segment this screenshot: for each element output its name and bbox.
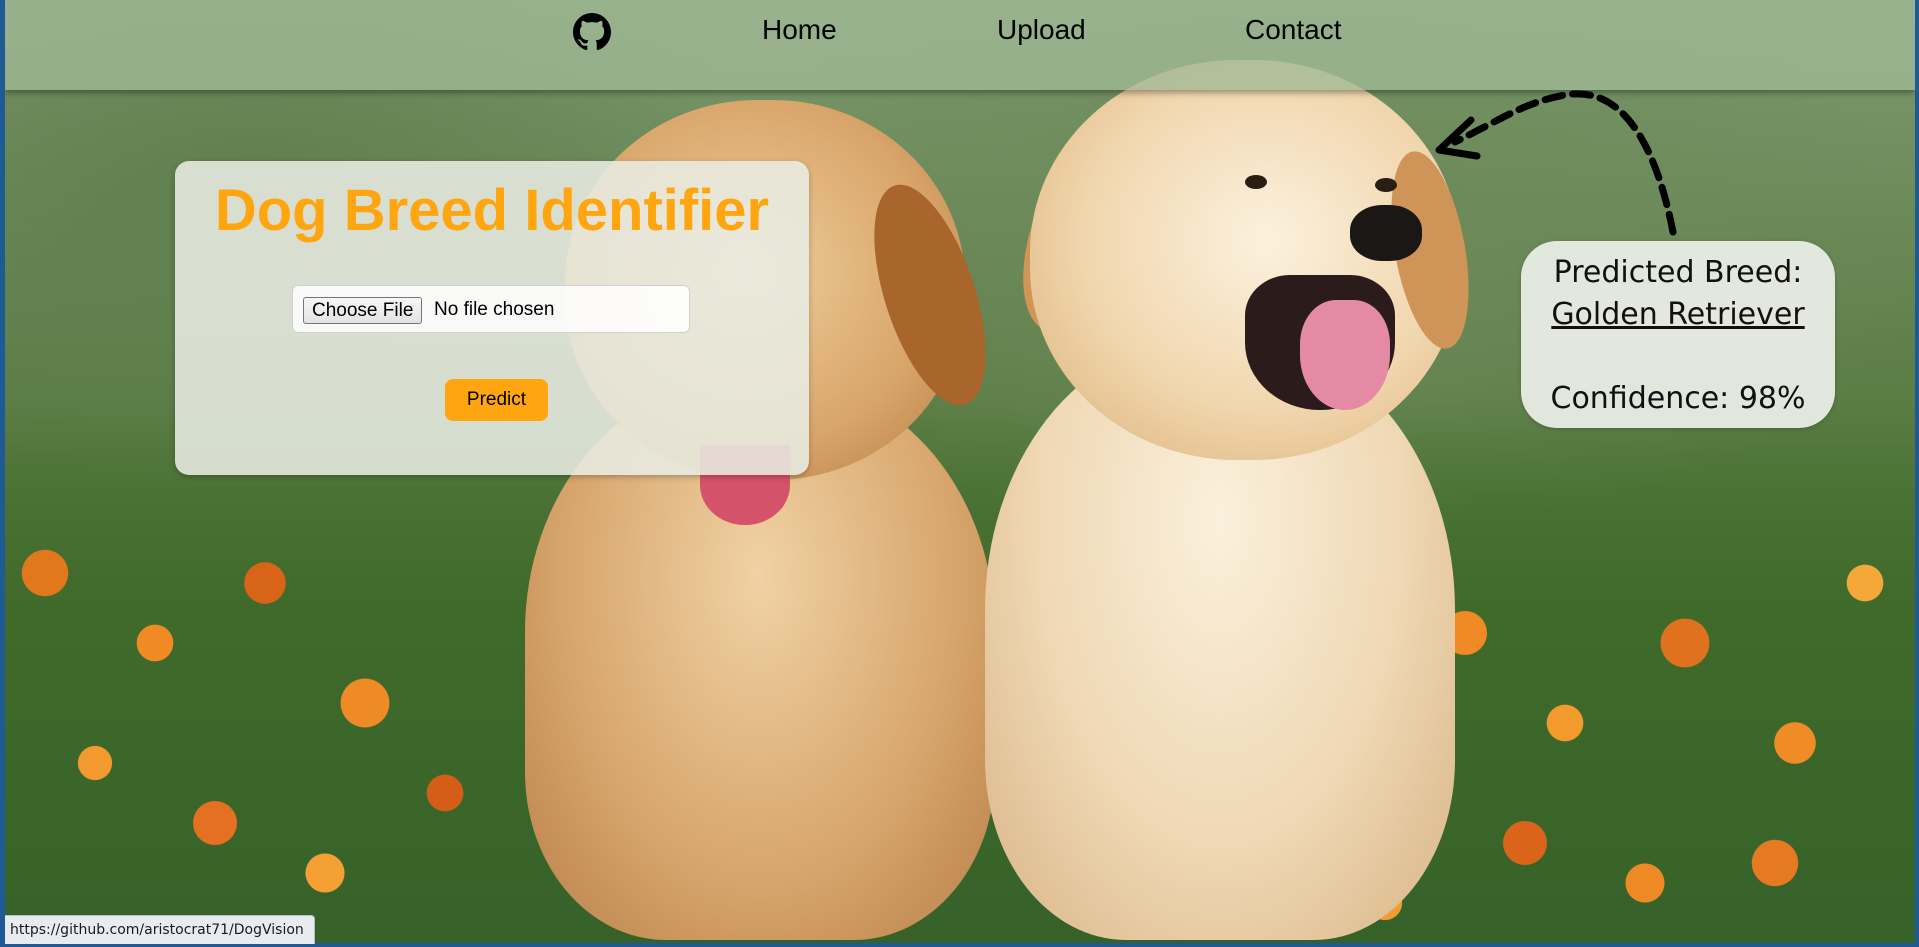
nav-home-link[interactable]: Home <box>762 14 837 46</box>
nav-contact-link[interactable]: Contact <box>1245 14 1342 46</box>
puppy-right-eye <box>1375 178 1397 192</box>
predicted-breed-label: Predicted Breed: <box>1553 255 1803 290</box>
page-title: Dog Breed Identifier <box>214 178 770 243</box>
curved-arrow-icon <box>1435 90 1677 236</box>
prediction-result: Predicted Breed: Golden Retriever Confid… <box>1521 241 1835 428</box>
browser-viewport: Home Upload Contact Dog Breed Identifier… <box>5 0 1915 943</box>
status-bar-url: https://github.com/aristocrat71/DogVisio… <box>5 915 315 944</box>
nav-upload-link[interactable]: Upload <box>997 14 1086 46</box>
puppy-right-nose <box>1350 205 1422 261</box>
puppy-right-tongue <box>1300 300 1390 410</box>
file-input[interactable]: Choose File No file chosen <box>292 285 690 333</box>
predicted-breed-value: Golden Retriever <box>1551 297 1805 332</box>
confidence-text: Confidence: 98% <box>1550 381 1806 416</box>
github-icon[interactable] <box>573 13 611 51</box>
choose-file-button[interactable]: Choose File <box>303 297 423 324</box>
puppy-right-eye <box>1245 175 1267 189</box>
top-navbar: Home Upload Contact <box>5 0 1915 90</box>
predict-button[interactable]: Predict <box>445 379 548 421</box>
file-status-text: No file chosen <box>434 299 555 320</box>
identifier-card: Dog Breed Identifier Choose File No file… <box>175 161 809 475</box>
